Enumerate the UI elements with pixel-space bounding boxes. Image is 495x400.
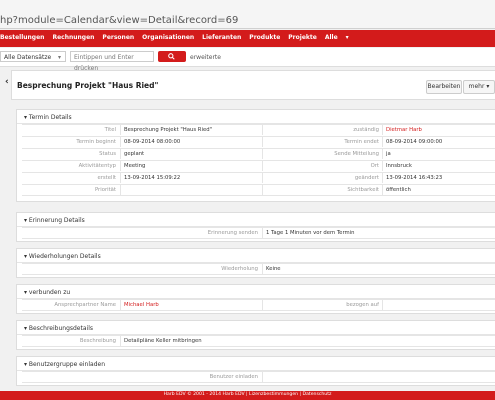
field-label: Termin endet	[262, 137, 379, 147]
panel-title: Beschreibungsdetails	[28, 325, 93, 332]
nav-item[interactable]: Personen	[102, 34, 134, 41]
field-label: Sende Mitteilung	[262, 149, 379, 159]
search-button[interactable]	[158, 51, 186, 62]
verbunden-zu-panel: ▾ verbunden zu Ansprechpartner Name Mich…	[16, 284, 495, 314]
detail-row: Status geplant Sende Mitteilung ja	[22, 148, 495, 159]
panel-header[interactable]: ▾ Termin Details	[17, 110, 495, 124]
field-value	[382, 300, 495, 310]
nav-item[interactable]: Produkte	[249, 34, 280, 41]
field-label: Ort	[262, 161, 379, 171]
footer-text: Harb EDV © 2001 - 2014 Harb EDV | Lizenz…	[163, 392, 332, 397]
footer: Harb EDV © 2001 - 2014 Harb EDV | Lizenz…	[0, 391, 495, 400]
panel-title: verbunden zu	[28, 289, 71, 296]
chevron-down-icon[interactable]: ▾	[346, 34, 349, 41]
field-value	[120, 185, 264, 195]
field-value: 1 Tage 1 Minuten vor dem Termin	[262, 228, 495, 238]
field-label: Ansprechpartner Name	[54, 302, 116, 308]
browser-url[interactable]: hp?module=Calendar&view=Detail&record=69	[0, 15, 238, 26]
back-chevron-icon[interactable]: ‹	[5, 77, 9, 87]
detail-row: Erinnerung senden 1 Tage 1 Minuten vor d…	[22, 227, 495, 239]
detail-row: erstellt 13-09-2014 15:09:22 geändert 13-09…	[22, 172, 495, 183]
field-value: 13-09-2014 15:09:22	[120, 173, 264, 183]
detail-row: Wiederholung Keine	[22, 263, 495, 275]
field-label: Beschreibung	[79, 338, 116, 344]
nav-item[interactable]: Projekte	[288, 34, 317, 41]
search-scope-value: Alle Datensätze	[4, 54, 52, 61]
browser-url-bar[interactable]: hp?module=Calendar&view=Detail&record=69	[0, 0, 495, 29]
detail-row: Termin beginnt 08-09-2014 08:00:00 Termin …	[22, 136, 495, 147]
more-button-label: mehr	[468, 83, 485, 90]
field-value: Keine	[262, 264, 495, 274]
field-label: Erinnerung senden	[207, 230, 258, 236]
field-value: Detailpläne Keller mitbringen	[120, 336, 495, 346]
panel-header[interactable]: ▾ Wiederholungen Details	[17, 249, 495, 263]
detail-row: Priorität Sichtbarkeit öffentlich	[22, 184, 495, 196]
field-value: öffentlich	[382, 185, 495, 195]
search-input[interactable]: Eintippen und Enter drücken	[70, 51, 154, 72]
detail-row: Benutzer einladen	[22, 371, 495, 383]
field-value: 13-09-2014 16:43:23	[382, 173, 495, 183]
search-icon	[168, 53, 175, 60]
field-value: 08-09-2014 08:00:00	[120, 137, 264, 147]
field-label: bezogen auf	[262, 300, 379, 310]
field-value: Meeting	[120, 161, 264, 171]
panel-title: Termin Details	[28, 114, 72, 121]
assigned-user-link[interactable]: Dietmar Harb	[382, 125, 495, 135]
field-label: Titel	[104, 127, 116, 133]
nav-item[interactable]: Organisationen	[142, 34, 194, 41]
advanced-search-link[interactable]: erweiterte	[190, 54, 221, 61]
beschreibung-details-panel: ▾ Beschreibungsdetails Beschreibung Deta…	[16, 320, 495, 350]
nav-item[interactable]: Rechnungen	[52, 34, 94, 41]
field-value: geplant	[120, 149, 264, 159]
panel-header[interactable]: ▾ Erinnerung Details	[17, 213, 495, 227]
panel-header[interactable]: ▾ Benutzergruppe einladen	[17, 357, 495, 371]
benutzergruppe-panel: ▾ Benutzergruppe einladen Benutzer einla…	[16, 356, 495, 386]
field-label: geändert	[262, 173, 379, 183]
chevron-down-icon: ▾	[486, 83, 490, 90]
field-label: Sichtbarkeit	[262, 185, 379, 195]
detail-row: Beschreibung Detailpläne Keller mitbring…	[22, 335, 495, 347]
nav-item[interactable]: Alle	[325, 34, 338, 41]
panel-title: Wiederholungen Details	[28, 253, 101, 260]
nav-items: Bestellungen Rechnungen Personen Organisati…	[0, 34, 349, 41]
field-label: zuständig	[262, 125, 379, 135]
field-value	[262, 372, 495, 382]
contact-link[interactable]: Michael Harb	[120, 300, 264, 310]
search-scope-select[interactable]: Alle Datensätze ▾	[0, 51, 66, 62]
field-label: Priorität	[94, 187, 116, 193]
edit-button[interactable]: Bearbeiten	[426, 80, 462, 94]
panel-title: Erinnerung Details	[28, 217, 85, 224]
field-label: Termin beginnt	[76, 139, 116, 145]
panel-title: Benutzergruppe einladen	[28, 361, 105, 368]
field-value: Besprechung Projekt "Haus Ried"	[120, 125, 264, 135]
termin-details-panel: ▾ Termin Details Titel Besprechung Projek…	[16, 109, 495, 202]
panel-header[interactable]: ▾ verbunden zu	[17, 285, 495, 299]
search-bar: Alle Datensätze ▾ Eintippen und Enter dr…	[0, 48, 495, 72]
field-label: Aktivitätentyp	[78, 163, 116, 169]
record-header: Besprechung Projekt "Haus Ried" Bearbeit…	[11, 70, 495, 100]
panel-header[interactable]: ▾ Beschreibungsdetails	[17, 321, 495, 335]
field-label: Benutzer einladen	[209, 374, 258, 380]
nav-item[interactable]: Lieferanten	[202, 34, 241, 41]
field-value: Innsbruck	[382, 161, 495, 171]
more-button[interactable]: mehr ▾	[463, 80, 495, 94]
page-title: Besprechung Projekt "Haus Ried"	[17, 81, 159, 90]
field-label: Status	[99, 151, 116, 157]
chevron-down-icon: ▾	[57, 54, 61, 61]
erinnerung-details-panel: ▾ Erinnerung Details Erinnerung senden 1…	[16, 212, 495, 242]
field-label: erstellt	[97, 175, 116, 181]
field-label: Wiederholung	[221, 266, 258, 272]
nav-item[interactable]: Bestellungen	[0, 34, 44, 41]
wiederholungen-details-panel: ▾ Wiederholungen Details Wiederholung Ke…	[16, 248, 495, 278]
detail-row: Aktivitätentyp Meeting Ort Innsbruck	[22, 160, 495, 171]
detail-row: Titel Besprechung Projekt "Haus Ried" zust…	[22, 124, 495, 135]
detail-row: Ansprechpartner Name Michael Harb bezoge…	[22, 299, 495, 311]
top-navigation: Bestellungen Rechnungen Personen Organisati…	[0, 30, 495, 47]
field-value: 08-09-2014 09:00:00	[382, 137, 495, 147]
field-value: ja	[382, 149, 495, 159]
